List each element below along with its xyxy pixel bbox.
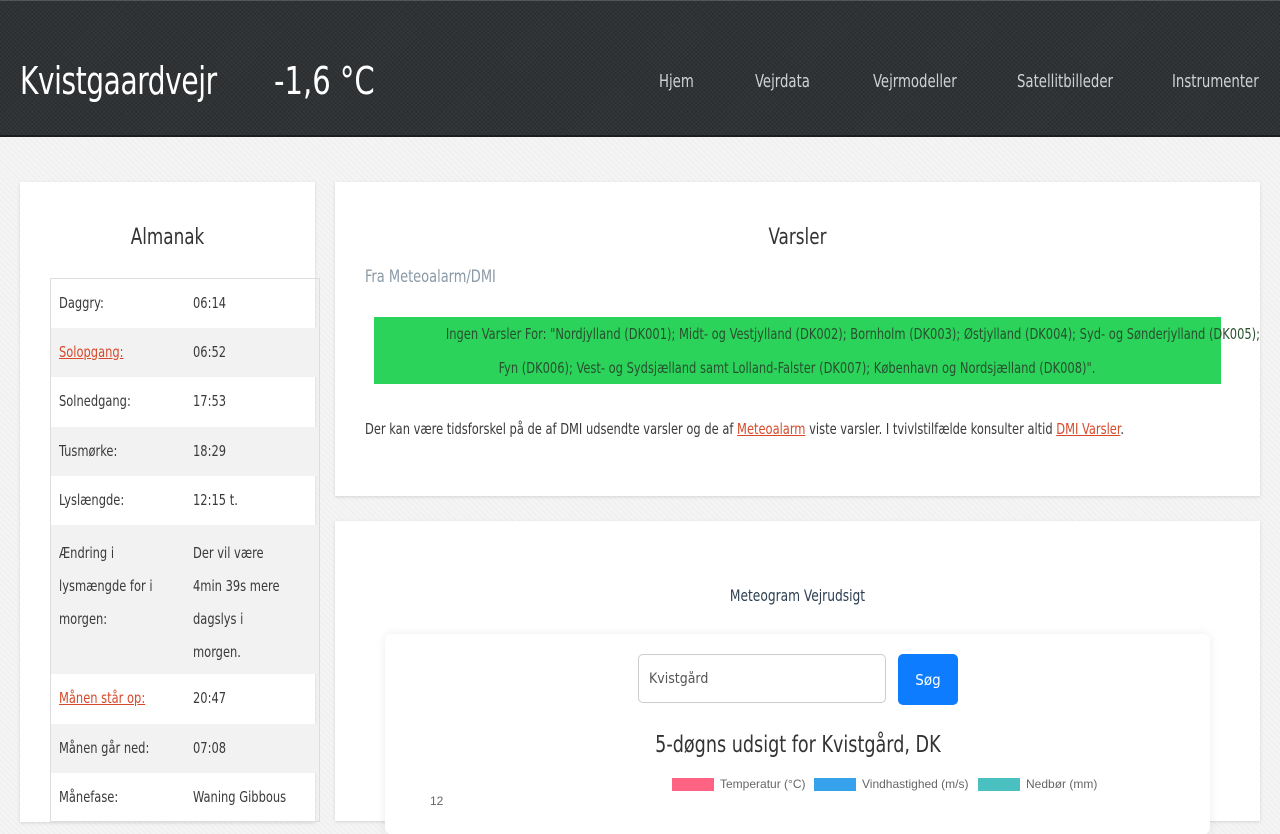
- almanac-title: Almanak: [130, 225, 205, 250]
- forecast-title-text: 5-døgns udsigt for Kvistgård, DK: [654, 732, 941, 758]
- legend-label: Temperatur (°C): [720, 777, 806, 791]
- meteoalarm-link[interactable]: Meteoalarm: [737, 420, 805, 438]
- site-header: Kvistgaardvejr -1,6 °C Hjem Vejrdata Vej…: [0, 0, 1280, 137]
- almanac-value: Waning Gibbous: [193, 787, 287, 806]
- almanac-value: 20:47: [193, 688, 227, 707]
- legend-swatch-temperature: [672, 778, 714, 792]
- legend-item-temperature[interactable]: Temperatur (°C): [672, 777, 806, 792]
- almanac-value: 12:15 t.: [193, 490, 238, 509]
- almanac-value: 17:53: [193, 391, 227, 410]
- y-axis-tick: 12: [430, 794, 444, 808]
- almanac-row: Tusmørke: 18:29: [50, 426, 320, 476]
- note-suffix: .: [1120, 420, 1125, 438]
- almanac-link-moonrise[interactable]: Månen står op:: [59, 689, 145, 707]
- location-search-input[interactable]: [638, 654, 886, 703]
- nav-item-satellitbilleder[interactable]: Satellitbilleder: [1017, 70, 1113, 94]
- almanac-value: 06:52: [193, 342, 227, 361]
- almanac-label: Tusmørke:: [59, 441, 118, 460]
- legend-label: Nedbør (mm): [1026, 777, 1098, 791]
- almanac-row: Solnedgang: 17:53: [51, 377, 320, 427]
- main-nav: Hjem Vejrdata Vejrmodeller Satellitbille…: [0, 70, 1280, 94]
- almanac-value: 18:29: [193, 441, 227, 460]
- meteogram-title-text: Meteogram Vejrudsigt: [729, 586, 866, 605]
- alert-box: Ingen Varsler For: "Nordjylland (DK001);…: [374, 317, 1260, 384]
- almanac-label: Ændring i lysmængde for i morgen:: [59, 543, 153, 628]
- almanac-label: Daggry:: [59, 294, 104, 312]
- almanac-row: Ændring i lysmængde for i morgen: Der vi…: [50, 524, 320, 674]
- note-middle: viste varsler. I tvivlstilfælde konsulte…: [805, 420, 1057, 438]
- warnings-title: Varsler: [768, 225, 827, 250]
- almanac-panel: Almanak Daggry: 06:14 Solopgang: 06:52 S…: [20, 182, 320, 822]
- almanac-row: Solopgang: 06:52: [50, 327, 320, 377]
- almanac-row: Lyslængde: 12:15 t.: [51, 476, 320, 525]
- almanac-link-solopgang[interactable]: Solopgang:: [59, 343, 124, 361]
- almanac-value: Der vil være 4min 39s mere dagslys i mor…: [193, 543, 280, 661]
- legend-label: Vindhastighed (m/s): [862, 777, 969, 791]
- dmi-varsler-link[interactable]: DMI Varsler: [1056, 420, 1120, 438]
- almanac-label: Månefase:: [59, 787, 119, 806]
- almanac-row: Månen står op: 20:47: [51, 674, 320, 724]
- almanac-table: Daggry: 06:14 Solopgang: 06:52 Solnedgan…: [50, 278, 320, 822]
- almanac-value: 07:08: [193, 738, 227, 757]
- almanac-label: Månen går ned:: [59, 738, 150, 757]
- meteogram-title: Meteogram Vejrudsigt: [335, 586, 1260, 605]
- legend-item-wind[interactable]: Vindhastighed (m/s): [814, 777, 969, 792]
- search-button[interactable]: Søg: [898, 654, 958, 705]
- legend-swatch-precipitation: [978, 778, 1020, 792]
- warnings-source: Fra Meteoalarm/DMI: [365, 267, 496, 287]
- almanac-row: Månen går ned: 07:08: [50, 723, 320, 773]
- almanac-row: Daggry: 06:14: [51, 279, 320, 328]
- alert-text-line2: Fyn (DK006); Vest- og Sydsjælland samt L…: [499, 359, 1096, 377]
- warnings-panel: Varsler Fra Meteoalarm/DMI Ingen Varsler…: [335, 182, 1260, 496]
- almanac-label: Solnedgang:: [59, 391, 131, 410]
- forecast-title: 5-døgns udsigt for Kvistgård, DK: [385, 732, 1210, 758]
- almanac-label: Lyslængde:: [59, 490, 125, 509]
- forecast-card: Søg 5-døgns udsigt for Kvistgård, DK Tem…: [385, 634, 1210, 834]
- alert-text-line1: Ingen Varsler For: "Nordjylland (DK001);…: [445, 325, 1261, 343]
- nav-item-instrumenter[interactable]: Instrumenter: [1172, 70, 1259, 94]
- legend-item-precipitation[interactable]: Nedbør (mm): [978, 777, 1098, 792]
- almanac-value: 06:14: [193, 294, 227, 312]
- warnings-note: Der kan være tidsforskel på de af DMI ud…: [365, 420, 1124, 438]
- nav-item-hjem[interactable]: Hjem: [659, 70, 694, 94]
- note-prefix: Der kan være tidsforskel på de af DMI ud…: [365, 420, 738, 438]
- nav-item-vejrmodeller[interactable]: Vejrmodeller: [873, 70, 957, 94]
- nav-item-vejrdata[interactable]: Vejrdata: [755, 70, 810, 94]
- legend-swatch-wind: [814, 778, 856, 792]
- almanac-row: Månefase: Waning Gibbous: [51, 773, 320, 822]
- meteogram-panel: Meteogram Vejrudsigt Søg 5-døgns udsigt …: [335, 521, 1260, 834]
